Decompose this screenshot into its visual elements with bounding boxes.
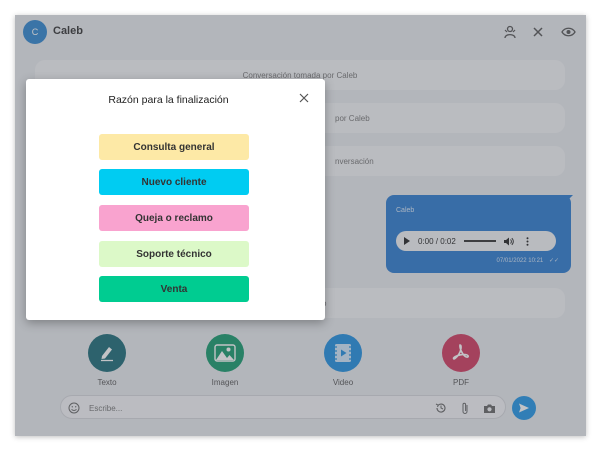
- reason-nuevo-cliente-button[interactable]: Nuevo cliente: [99, 169, 249, 195]
- finalization-reason-modal: Razón para la finalización Consulta gene…: [26, 79, 325, 320]
- reason-queja-reclamo-button[interactable]: Queja o reclamo: [99, 205, 249, 231]
- reason-consulta-general-button[interactable]: Consulta general: [99, 134, 249, 160]
- modal-title: Razón para la finalización: [108, 94, 229, 106]
- chat-window: C Caleb Conversación tomada por Caleb po…: [15, 15, 586, 436]
- close-icon[interactable]: [297, 91, 311, 105]
- reason-soporte-tecnico-button[interactable]: Soporte técnico: [99, 241, 249, 267]
- reason-venta-button[interactable]: Venta: [99, 276, 249, 302]
